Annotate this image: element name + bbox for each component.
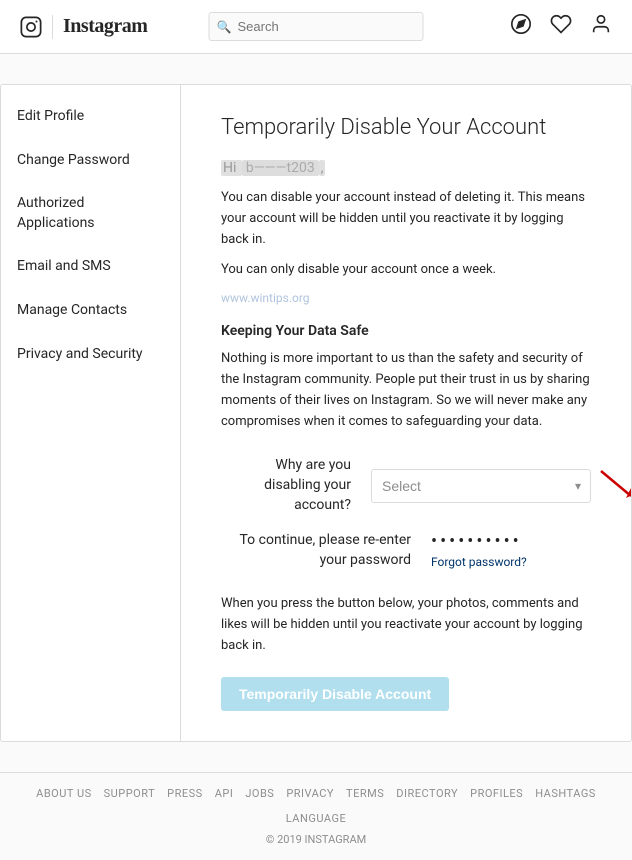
info-paragraph-1: You can disable your account instead of … <box>221 188 591 250</box>
reason-control: Select ▾ <box>371 469 591 503</box>
footer-copyright: © 2019 INSTAGRAM <box>20 833 612 846</box>
red-arrow-annotation <box>596 466 631 506</box>
compass-icon[interactable] <box>510 13 532 40</box>
bottom-info-text: When you press the button below, your ph… <box>221 594 591 656</box>
select-wrapper: Select ▾ <box>371 469 591 503</box>
password-dots: •••••••••• <box>431 533 591 551</box>
instagram-logo: Instagram <box>63 15 147 38</box>
greeting: Hi b———t203, <box>221 160 591 176</box>
sidebar: Edit Profile Change Password Authorized … <box>1 85 181 741</box>
footer-link-terms[interactable]: TERMS <box>346 787 384 800</box>
watermark-text: www.wintips.org <box>221 291 591 305</box>
sidebar-item-edit-profile[interactable]: Edit Profile <box>1 95 180 139</box>
footer-link-support[interactable]: SUPPORT <box>104 787 156 800</box>
disable-account-button[interactable]: Temporarily Disable Account <box>221 677 449 711</box>
reason-select[interactable]: Select <box>371 469 591 503</box>
sidebar-item-email-sms[interactable]: Email and SMS <box>1 245 180 289</box>
password-row: To continue, please re-enter your passwo… <box>221 531 591 570</box>
username-redacted: b———t203 <box>242 160 319 176</box>
header: Instagram 🔍 <box>0 0 632 54</box>
footer-link-api[interactable]: API <box>215 787 234 800</box>
footer-link-language[interactable]: LANGUAGE <box>286 812 346 825</box>
footer-links: ABOUT US SUPPORT PRESS API JOBS PRIVACY … <box>20 787 612 825</box>
page-title: Temporarily Disable Your Account <box>221 115 591 140</box>
header-divider <box>52 15 53 39</box>
footer: ABOUT US SUPPORT PRESS API JOBS PRIVACY … <box>0 772 632 860</box>
header-search: 🔍 <box>209 12 424 41</box>
sidebar-item-authorized-apps[interactable]: Authorized Applications <box>1 182 180 245</box>
password-control: •••••••••• Forgot password? <box>431 533 591 569</box>
user-icon[interactable] <box>590 13 612 40</box>
footer-link-press[interactable]: PRESS <box>167 787 203 800</box>
footer-link-privacy[interactable]: PRIVACY <box>286 787 334 800</box>
password-label: To continue, please re-enter your passwo… <box>221 531 431 570</box>
main-wrapper: Edit Profile Change Password Authorized … <box>0 84 632 742</box>
heart-icon[interactable] <box>550 13 572 40</box>
reason-row: Why are you disabling your account? Sele… <box>221 456 591 515</box>
disable-form: Why are you disabling your account? Sele… <box>221 456 591 570</box>
sidebar-item-privacy-security[interactable]: Privacy and Security <box>1 333 180 377</box>
footer-link-directory[interactable]: DIRECTORY <box>396 787 458 800</box>
content-area: Temporarily Disable Your Account Hi b———… <box>181 85 631 741</box>
arrow-container: Select ▾ <box>371 469 591 503</box>
sidebar-item-manage-contacts[interactable]: Manage Contacts <box>1 289 180 333</box>
header-icons <box>510 13 612 40</box>
info-paragraph-2: You can only disable your account once a… <box>221 260 591 281</box>
footer-link-about[interactable]: ABOUT US <box>36 787 91 800</box>
reason-label: Why are you disabling your account? <box>221 456 371 515</box>
footer-link-profiles[interactable]: PROFILES <box>470 787 523 800</box>
instagram-camera-icon <box>20 16 42 38</box>
footer-link-hashtags[interactable]: HASHTAGS <box>535 787 596 800</box>
footer-link-jobs[interactable]: JOBS <box>245 787 274 800</box>
section-title: Keeping Your Data Safe <box>221 323 591 339</box>
section-body: Nothing is more important to us than the… <box>221 349 591 432</box>
search-icon: 🔍 <box>217 20 232 34</box>
forgot-password-link[interactable]: Forgot password? <box>431 555 591 569</box>
sidebar-item-change-password[interactable]: Change Password <box>1 139 180 183</box>
header-left: Instagram <box>20 15 147 39</box>
search-input[interactable] <box>209 12 424 41</box>
